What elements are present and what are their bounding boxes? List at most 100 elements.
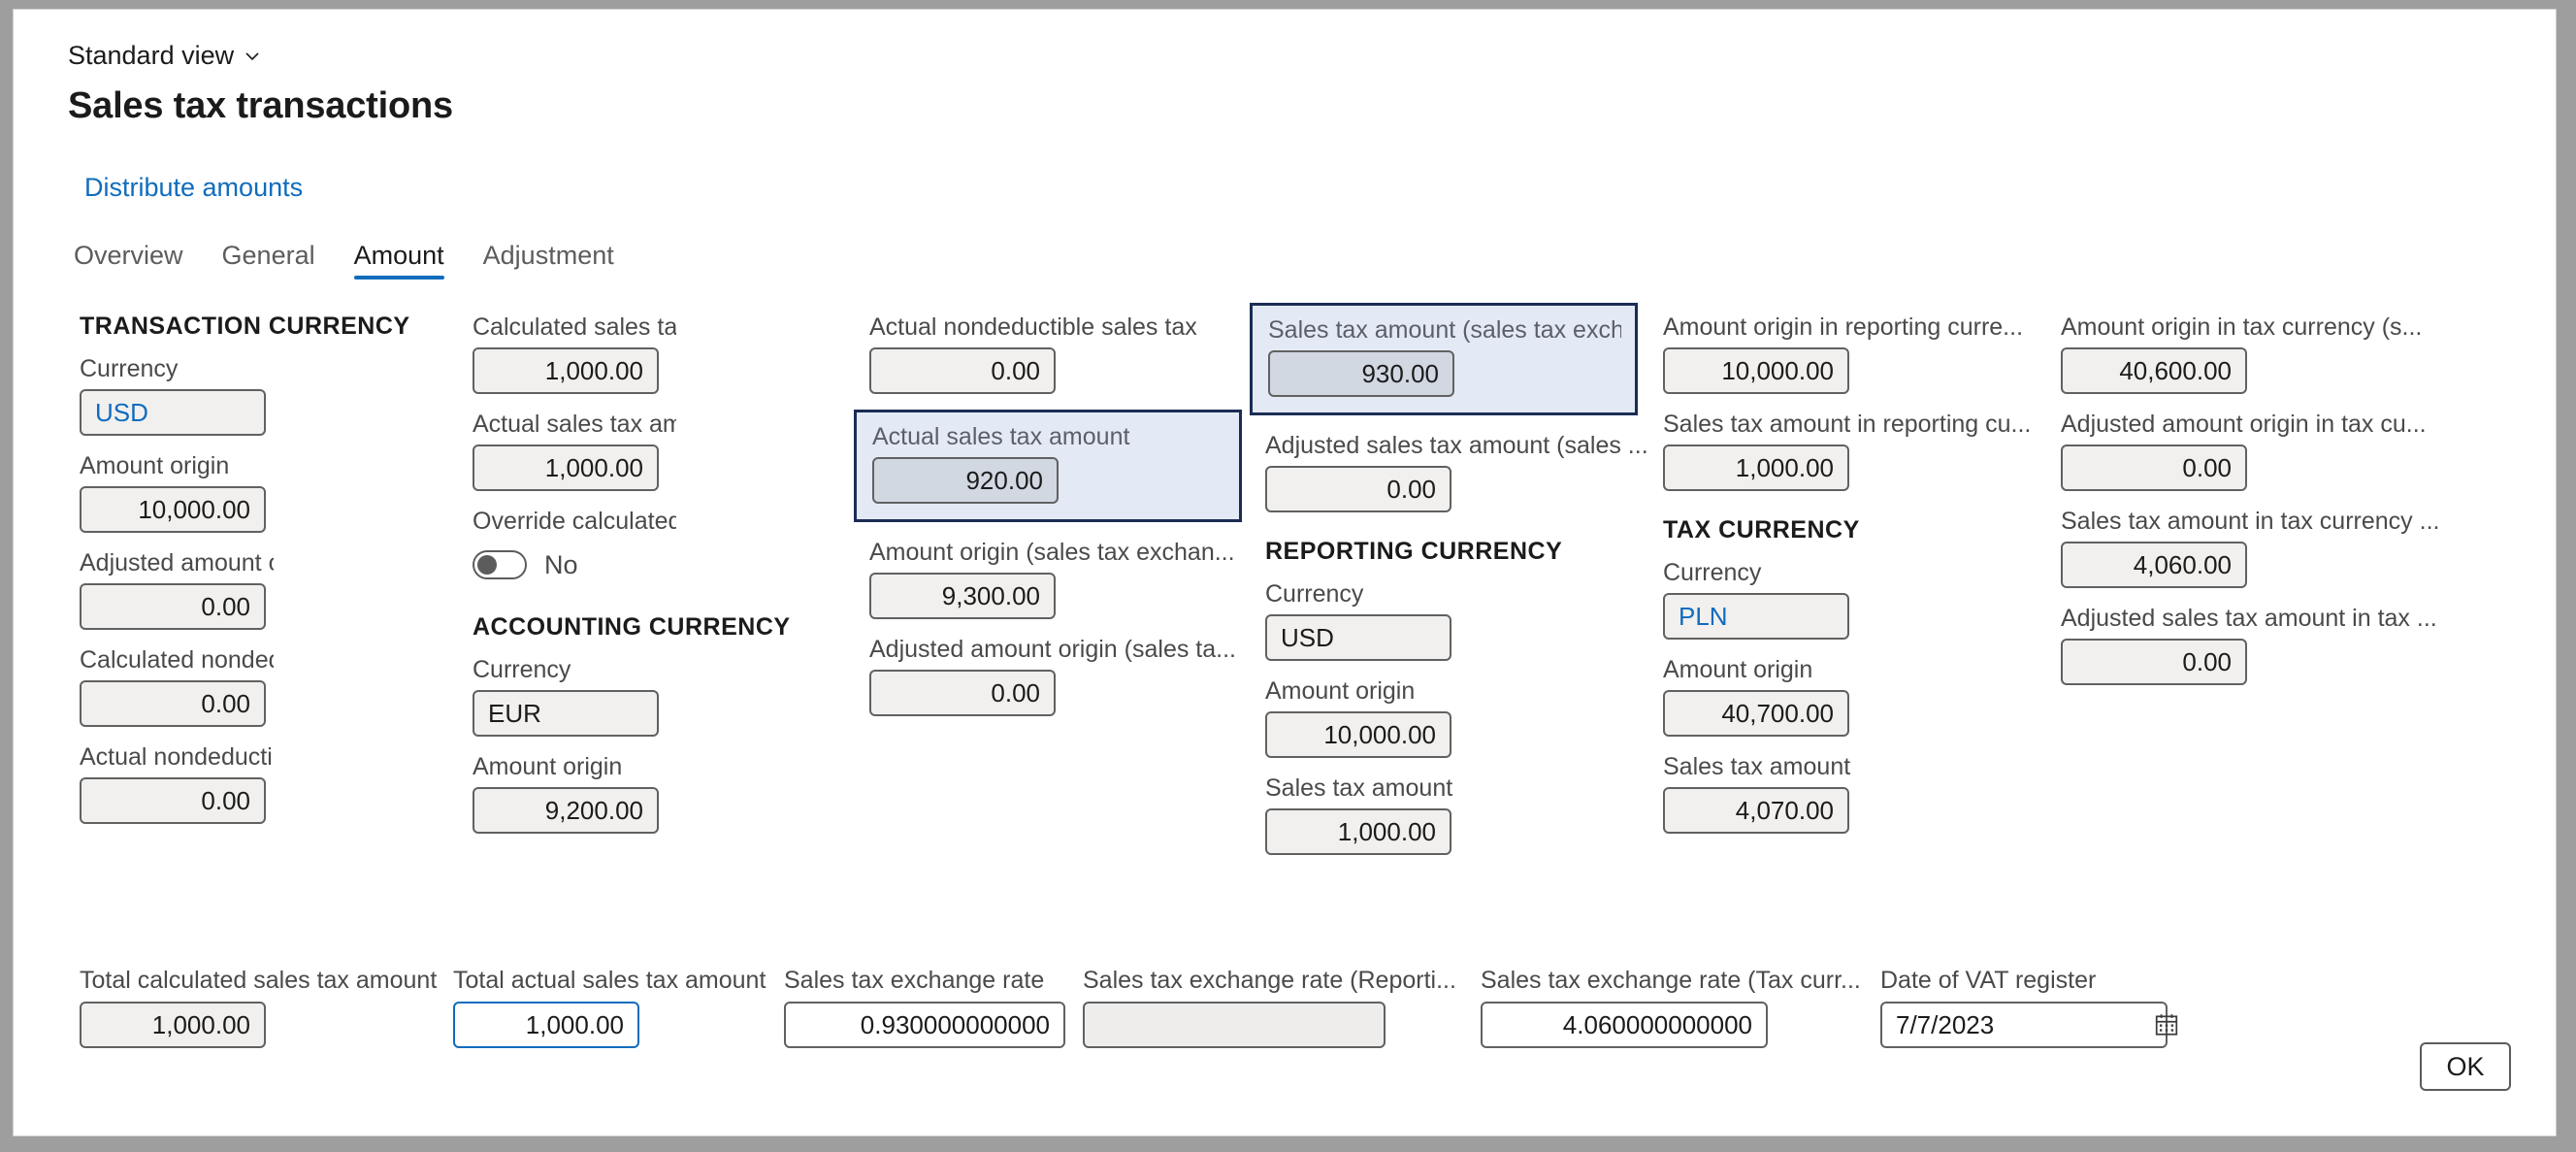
input-amount-origin-sales-tax-exchange[interactable]: 9,300.00: [869, 573, 1056, 619]
input-adjusted-sales-tax-amount-sales[interactable]: 0.00: [1265, 466, 1451, 512]
input-total-calculated-sales-tax[interactable]: 1,000.00: [80, 1002, 266, 1048]
input-reporting-amount-origin[interactable]: 10,000.00: [1265, 711, 1451, 758]
input-amount-origin-reporting[interactable]: 10,000.00: [1663, 347, 1849, 394]
label-amount-origin: Amount origin: [80, 452, 230, 479]
column-tax-currency: Amount origin in reporting curre... 10,0…: [1663, 313, 2051, 849]
label-actual-nondeductible-sales-tax: Actual nondeductible sales tax: [80, 743, 274, 771]
label-total-calculated-sales-tax: Total calculated sales tax amount: [80, 967, 438, 994]
label-actual-sales-tax-amount: Actual sales tax amount: [473, 411, 676, 438]
label-currency: Currency: [80, 355, 179, 382]
input-currency[interactable]: USD: [80, 389, 266, 436]
input-amount-origin[interactable]: 10,000.00: [80, 486, 266, 533]
field-total-actual-sales-tax: Total actual sales tax amount 1,000.00: [453, 966, 831, 1048]
input-adjusted-amount-origin[interactable]: 0.00: [80, 583, 266, 630]
column-tax-currency-amounts: Amount origin in tax currency (s... 40,6…: [2061, 313, 2468, 701]
page-title: Sales tax transactions: [68, 85, 453, 126]
toggle-override-calculated-sales-tax[interactable]: [473, 550, 527, 579]
chevron-down-icon: [244, 48, 261, 65]
input-tax-amount-origin[interactable]: 40,700.00: [1663, 690, 1849, 737]
ok-button[interactable]: OK: [2420, 1042, 2511, 1091]
tab-general[interactable]: General: [222, 241, 315, 280]
field-currency: Currency USD: [80, 354, 274, 436]
input-actual-nondeductible-sales-tax[interactable]: 0.00: [80, 777, 266, 824]
label-accounting-currency: Currency: [473, 656, 571, 683]
field-amount-origin-reporting: Amount origin in reporting curre... 10,0…: [1663, 313, 2051, 394]
input-reporting-currency[interactable]: USD: [1265, 614, 1451, 661]
label-date-of-vat-register: Date of VAT register: [1880, 967, 2097, 994]
tab-adjustment[interactable]: Adjustment: [483, 241, 614, 280]
input-adjusted-sales-tax-amount-tax-currency[interactable]: 0.00: [2061, 639, 2247, 685]
highlight-actual-sales-tax-amount: Actual sales tax amount 920.00: [854, 410, 1242, 522]
label-actual-sales-tax-amount-hl: Actual sales tax amount: [872, 423, 1130, 450]
field-amount-origin: Amount origin 10,000.00: [80, 451, 274, 533]
label-adjusted-amount-origin: Adjusted amount origin: [80, 549, 274, 576]
input-sales-tax-exchange-rate-reporting[interactable]: [1083, 1002, 1386, 1048]
input-date-of-vat-register[interactable]: 7/7/2023: [1880, 1002, 2168, 1048]
input-reporting-sales-tax-amount[interactable]: 1,000.00: [1265, 808, 1451, 855]
label-adjusted-sales-tax-amount-sales: Adjusted sales tax amount (sales ...: [1265, 432, 1648, 459]
column-actual-sales-tax: Actual nondeductible sales tax 0.00 Actu…: [854, 313, 1257, 732]
section-tax-currency: TAX CURRENCY: [1663, 516, 1860, 543]
label-sales-tax-amount-exchange: Sales tax amount (sales tax excha...: [1268, 316, 1621, 344]
field-tax-currency: Currency PLN: [1663, 558, 2051, 640]
label-sales-tax-amount-reporting: Sales tax amount in reporting cu...: [1663, 411, 2032, 438]
label-reporting-currency: Currency: [1265, 580, 1364, 608]
input-amount-origin-tax-currency[interactable]: 40,600.00: [2061, 347, 2247, 394]
field-sales-tax-exchange-rate-tax: Sales tax exchange rate (Tax curr... 4.0…: [1481, 966, 1869, 1048]
column-accounting-currency: Calculated sales tax amount 1,000.00 Act…: [473, 313, 791, 849]
field-accounting-currency: Currency EUR: [473, 655, 676, 737]
label-calculated-nondeductible-sales-tax: Calculated nondeductible sales tax: [80, 646, 274, 674]
input-sales-tax-amount-tax-currency[interactable]: 4,060.00: [2061, 542, 2247, 588]
section-transaction-currency: TRANSACTION CURRENCY: [80, 313, 410, 340]
input-calculated-nondeductible-sales-tax[interactable]: 0.00: [80, 680, 266, 727]
toggle-row-override: No: [473, 542, 676, 588]
input-total-actual-sales-tax[interactable]: 1,000.00: [453, 1002, 639, 1048]
label-sales-tax-amount-tax-currency: Sales tax amount in tax currency ...: [2061, 508, 2440, 535]
input-accounting-amount-origin[interactable]: 9,200.00: [473, 787, 659, 834]
label-reporting-amount-origin: Amount origin: [1265, 677, 1416, 705]
field-adjusted-sales-tax-amount-tax-currency: Adjusted sales tax amount in tax ... 0.0…: [2061, 604, 2468, 685]
label-amount-origin-reporting: Amount origin in reporting curre...: [1663, 313, 2024, 341]
column-reporting-currency: Sales tax amount (sales tax excha... 930…: [1250, 303, 1653, 871]
input-adjusted-amount-origin-sales-tax[interactable]: 0.00: [869, 670, 1056, 716]
toggle-state-label: No: [544, 549, 578, 579]
field-calculated-nondeductible-sales-tax: Calculated nondeductible sales tax 0.00: [80, 645, 274, 727]
label-override-calculated-sales-tax: Override calculated sales tax: [473, 508, 676, 535]
tab-amount[interactable]: Amount: [353, 241, 444, 280]
input-tax-sales-tax-amount[interactable]: 4,070.00: [1663, 787, 1849, 834]
section-accounting-currency: ACCOUNTING CURRENCY: [473, 613, 791, 641]
toggle-knob: [477, 555, 497, 575]
input-sales-tax-exchange-rate[interactable]: 0.930000000000: [784, 1002, 1065, 1048]
tab-overview[interactable]: Overview: [74, 241, 183, 280]
input-adjusted-amount-origin-tax-currency[interactable]: 0.00: [2061, 444, 2247, 491]
field-calculated-sales-tax-amount: Calculated sales tax amount 1,000.00: [473, 313, 676, 394]
dialog-window: Standard view Sales tax transactions Dis…: [14, 10, 2556, 1136]
input-actual-nondeductible-sales-tax-2[interactable]: 0.00: [869, 347, 1056, 394]
field-sales-tax-amount-reporting: Sales tax amount in reporting cu... 1,00…: [1663, 410, 2051, 491]
field-amount-origin-tax-currency: Amount origin in tax currency (s... 40,6…: [2061, 313, 2468, 394]
input-actual-sales-tax-amount-hl[interactable]: 920.00: [872, 457, 1059, 504]
input-calculated-sales-tax-amount[interactable]: 1,000.00: [473, 347, 659, 394]
field-actual-nondeductible-sales-tax-2: Actual nondeductible sales tax 0.00: [869, 313, 1257, 394]
calendar-icon[interactable]: [2154, 1012, 2179, 1037]
input-actual-sales-tax-amount[interactable]: 1,000.00: [473, 444, 659, 491]
date-input-wrapper: 7/7/2023: [1880, 1002, 2191, 1048]
label-total-actual-sales-tax: Total actual sales tax amount: [453, 967, 766, 994]
label-adjusted-amount-origin-tax-currency: Adjusted amount origin in tax cu...: [2061, 411, 2427, 438]
field-actual-sales-tax-amount: Actual sales tax amount 1,000.00: [473, 410, 676, 491]
label-tax-amount-origin: Amount origin: [1663, 656, 1813, 683]
column-transaction-currency: TRANSACTION CURRENCY Currency USD Amount…: [80, 313, 410, 839]
input-tax-currency[interactable]: PLN: [1663, 593, 1849, 640]
tab-strip: Overview General Amount Adjustment: [74, 241, 614, 280]
label-amount-origin-tax-currency: Amount origin in tax currency (s...: [2061, 313, 2423, 341]
input-sales-tax-amount-exchange[interactable]: 930.00: [1268, 350, 1454, 397]
view-selector[interactable]: Standard view: [68, 41, 261, 71]
input-accounting-currency[interactable]: EUR: [473, 690, 659, 737]
field-reporting-sales-tax-amount: Sales tax amount 1,000.00: [1265, 773, 1653, 855]
label-tax-sales-tax-amount: Sales tax amount: [1663, 753, 1851, 780]
field-adjusted-amount-origin: Adjusted amount origin 0.00: [80, 548, 274, 630]
field-total-calculated-sales-tax: Total calculated sales tax amount 1,000.…: [80, 966, 458, 1048]
input-sales-tax-amount-reporting[interactable]: 1,000.00: [1663, 444, 1849, 491]
distribute-amounts-button[interactable]: Distribute amounts: [84, 173, 303, 203]
input-sales-tax-exchange-rate-tax[interactable]: 4.060000000000: [1481, 1002, 1768, 1048]
